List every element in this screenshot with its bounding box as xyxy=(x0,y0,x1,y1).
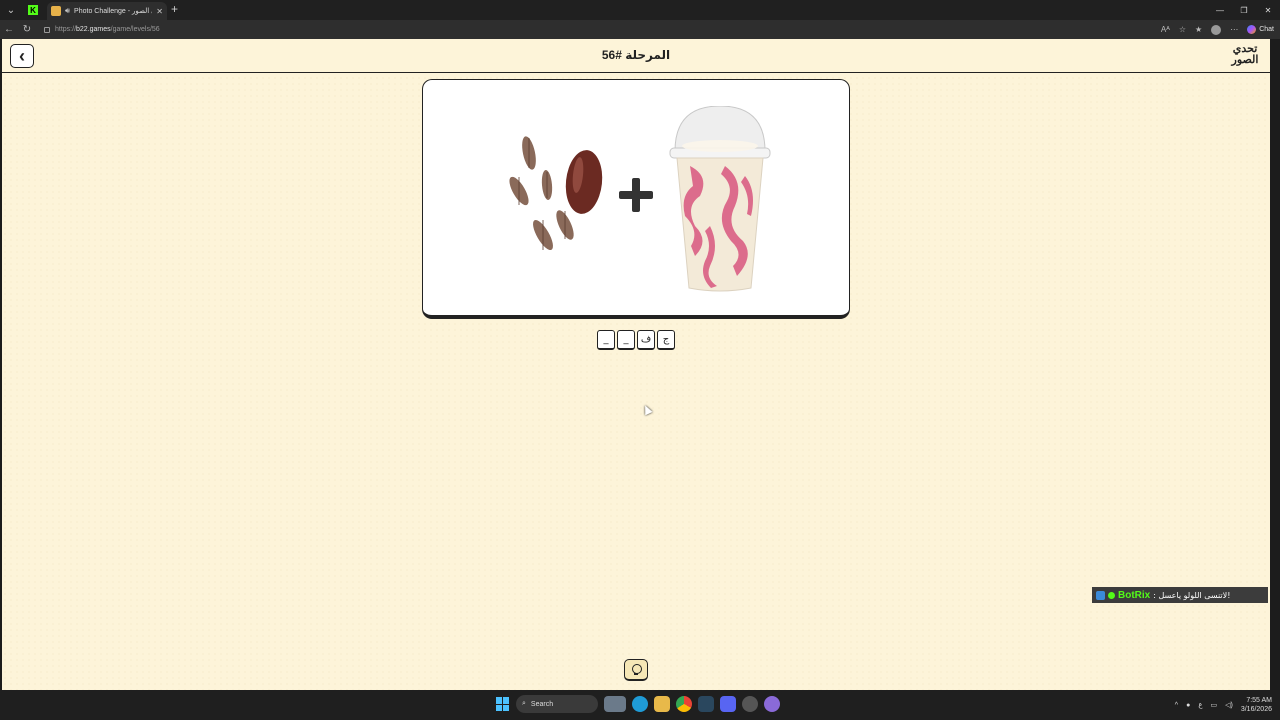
site-favicon-icon xyxy=(51,6,61,16)
favorite-star-icon[interactable]: ☆ xyxy=(1179,25,1186,34)
lightbulb-icon xyxy=(631,663,642,676)
start-button[interactable] xyxy=(496,697,510,711)
network-icon[interactable]: ▭ xyxy=(1211,701,1218,709)
lock-icon[interactable] xyxy=(44,26,50,33)
speaker-icon[interactable]: 🔊︎ xyxy=(65,6,70,16)
clock-date: 3/16/2026 xyxy=(1240,706,1272,713)
dates-image xyxy=(509,136,603,251)
close-window-button[interactable]: ✕ xyxy=(1256,0,1280,20)
address-bar: ← ↻ https://b22.games/game/levels/56 Aᴬ … xyxy=(0,20,1280,39)
tab-title: Photo Challenge - تحدي الصور xyxy=(74,8,152,15)
letter-tile[interactable]: ف xyxy=(637,330,655,350)
puzzle-image-card xyxy=(422,79,850,319)
tab-photo-challenge[interactable]: 🔊︎ Photo Challenge - تحدي الصور ✕ xyxy=(47,2,167,20)
answer-letters: ج ف _ _ xyxy=(2,330,1270,350)
chat-app-icon[interactable] xyxy=(764,696,780,712)
search-icon: ⌕ xyxy=(522,700,526,707)
game-page: ‹ المرحلة #56 تحدي الصور ج ف _ _ xyxy=(2,39,1270,690)
kick-logo-icon: K xyxy=(28,5,38,15)
read-aloud-icon[interactable]: Aᴬ xyxy=(1161,25,1170,34)
kick-tab[interactable]: K xyxy=(22,0,44,20)
letter-tile[interactable]: ج xyxy=(657,330,675,350)
url-host: b22.games xyxy=(76,26,111,33)
tab-close-icon[interactable]: ✕ xyxy=(156,7,163,16)
botrix-chat-overlay: BotRix : لاتنسى اللولو ياعسل! xyxy=(1092,587,1268,603)
file-explorer-icon[interactable] xyxy=(654,696,670,712)
milkshake-image xyxy=(669,106,771,292)
favorites-icon[interactable]: ★ xyxy=(1195,25,1202,34)
address-bar-actions: Aᴬ ☆ ★ ⋯ Chat xyxy=(1161,20,1274,39)
cup-body xyxy=(676,157,764,292)
system-tray: ^ ● ع ▭ ◁) 7:55 AM 3/16/2026 xyxy=(1175,690,1272,720)
tray-chevron-icon[interactable]: ^ xyxy=(1175,702,1178,709)
widgets-icon[interactable] xyxy=(604,696,626,712)
browser-tabbar: ⌄ K 🔊︎ Photo Challenge - تحدي الصور ✕ + … xyxy=(0,0,1280,20)
restore-button[interactable]: ❐ xyxy=(1232,0,1256,20)
letter-tile[interactable]: _ xyxy=(597,330,615,350)
new-tab-button[interactable]: + xyxy=(171,2,178,16)
taskbar-apps: ⌕ Search xyxy=(496,695,780,713)
back-arrow-icon[interactable]: ← xyxy=(0,24,18,35)
date-fruit xyxy=(565,150,603,214)
clock[interactable]: 7:55 AM 3/16/2026 xyxy=(1241,696,1272,714)
chrome-icon[interactable] xyxy=(676,696,692,712)
verified-badge-icon xyxy=(1108,591,1115,599)
language-indicator[interactable]: ع xyxy=(1198,701,1202,709)
logo-line-2: الصور xyxy=(1231,53,1259,66)
hint-button[interactable] xyxy=(624,659,648,681)
refresh-icon[interactable]: ↻ xyxy=(18,24,36,35)
cup-top-foam xyxy=(682,140,758,152)
bot-badge-icon xyxy=(1096,590,1105,600)
chat-label: Chat xyxy=(1259,26,1274,33)
game-header: ‹ المرحلة #56 تحدي الصور xyxy=(2,39,1270,73)
window-controls: — ❐ ✕ xyxy=(1208,0,1280,20)
level-title: المرحلة #56 xyxy=(601,48,671,62)
copilot-icon xyxy=(1247,25,1257,34)
copilot-chat-button[interactable]: Chat xyxy=(1247,25,1274,34)
volume-icon[interactable]: ◁) xyxy=(1225,701,1233,709)
letter-tile[interactable]: _ xyxy=(617,330,635,350)
edge-icon[interactable] xyxy=(632,696,648,712)
tab-list-chevron-icon[interactable]: ⌄ xyxy=(0,0,22,20)
search-label: Search xyxy=(530,700,554,708)
microphone-icon[interactable]: ● xyxy=(1186,702,1190,709)
taskbar-search[interactable]: ⌕ Search xyxy=(516,695,598,713)
clock-time: 7:55 AM xyxy=(1246,697,1272,704)
url-field[interactable]: https://b22.games/game/levels/56 xyxy=(44,26,160,33)
url-path: /game/levels/56 xyxy=(110,26,160,33)
minimize-button[interactable]: — xyxy=(1208,0,1232,20)
steam-icon[interactable] xyxy=(698,696,714,712)
game-logo[interactable]: تحدي الصور xyxy=(1230,43,1260,65)
more-menu-icon[interactable]: ⋯ xyxy=(1230,25,1238,34)
obs-icon[interactable] xyxy=(742,696,758,712)
plus-icon xyxy=(619,178,653,212)
discord-icon[interactable] xyxy=(720,696,736,712)
bot-message: : لاتنسى اللولو ياعسل! xyxy=(1153,590,1231,600)
windows-taskbar: ⌕ Search ^ ● ع ▭ ◁) 7:55 AM 3/16/2026 xyxy=(0,690,1280,720)
profile-avatar[interactable] xyxy=(1211,24,1222,35)
bot-name: BotRix xyxy=(1118,589,1151,601)
url-prefix: https:// xyxy=(55,26,77,33)
